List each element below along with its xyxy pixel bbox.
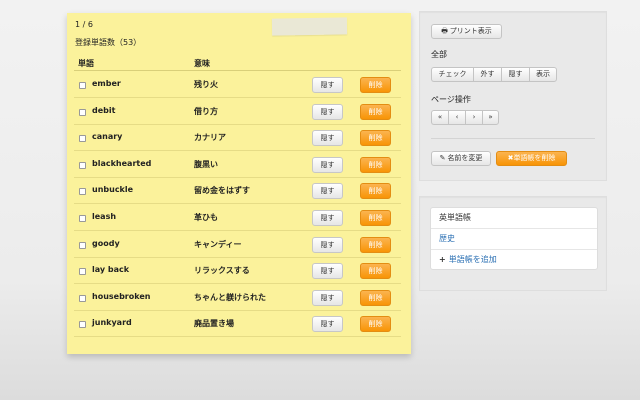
word-cell: debit [92, 105, 116, 115]
meaning-cell: リラックスする [194, 266, 250, 276]
delete-button[interactable]: 削除 [360, 263, 391, 280]
word-cell: housebroken [92, 291, 151, 301]
row-checkbox[interactable] [79, 161, 86, 169]
delete-wordbook-button[interactable]: ✖単語帳を削除 [496, 151, 567, 166]
tape-decoration [271, 17, 348, 36]
meaning-cell: カナリア [194, 133, 226, 143]
pagination: « ‹ › » [431, 110, 499, 125]
meaning-cell: 借り方 [194, 106, 218, 116]
column-header-word: 単語 [78, 59, 94, 68]
prev-page-button[interactable]: ‹ [448, 110, 465, 125]
table-row: lay back リラックスする 隠す 削除 [74, 257, 401, 285]
meaning-cell: 廃品置き場 [194, 319, 234, 329]
row-checkbox[interactable] [79, 188, 86, 196]
first-page-button[interactable]: « [431, 110, 448, 125]
table-row: unbuckle 留め金をはずす 隠す 削除 [74, 177, 401, 205]
delete-button[interactable]: 削除 [360, 210, 391, 226]
delete-button[interactable]: 削除 [360, 77, 391, 93]
table-row: canary カナリア 隠す 削除 [74, 124, 401, 152]
table-row: ember 残り火 隠す 削除 [74, 71, 401, 98]
row-checkbox[interactable] [79, 241, 86, 249]
delete-button[interactable]: 削除 [360, 236, 391, 253]
word-list-note: 1 / 6 登録単語数（53） 単語 意味 ember 残り火 隠す 削除 debit 借… [67, 13, 411, 354]
word-count: 登録単語数（53） [75, 38, 142, 47]
table-row: debit 借り方 隠す 削除 [74, 98, 401, 125]
add-wordbook-link[interactable]: + 単語帳を追加 [431, 250, 597, 271]
word-cell: ember [92, 79, 121, 88]
delete-button[interactable]: 削除 [360, 183, 391, 200]
hide-all-button[interactable]: 隠す [501, 67, 529, 82]
rename-label: 名前を変更 [447, 154, 483, 162]
row-checkbox[interactable] [79, 268, 86, 276]
page-indicator: 1 / 6 [75, 20, 93, 29]
row-checkbox[interactable] [79, 215, 86, 222]
hide-button[interactable]: 隠す [312, 103, 343, 120]
wordbook-item-english[interactable]: 英単語帳 [431, 208, 597, 229]
delete-button[interactable]: 削除 [360, 130, 391, 147]
word-cell: goody [92, 238, 120, 248]
word-cell: junkyard [92, 318, 132, 328]
hide-button[interactable]: 隠す [312, 210, 343, 226]
table-row: leash 革ひも 隠す 削除 [74, 204, 401, 231]
word-cell: lay back [92, 265, 130, 275]
meaning-cell: ちゃんと躾けられた [194, 292, 266, 302]
table-row: blackhearted 腹黒い 隠す 削除 [74, 151, 401, 178]
column-header-meaning: 意味 [194, 59, 210, 68]
hide-button[interactable]: 隠す [312, 316, 343, 333]
meaning-cell: 残り火 [194, 80, 218, 89]
check-all-button[interactable]: チェック [431, 67, 473, 82]
next-page-button[interactable]: › [465, 110, 482, 125]
row-checkbox[interactable] [79, 294, 86, 302]
hide-button[interactable]: 隠す [312, 289, 343, 306]
meaning-cell: 革ひも [194, 213, 218, 222]
hide-button[interactable]: 隠す [312, 236, 343, 253]
tools-panel: 🖶 プリント表示 全部 チェック 外す 隠す 表示 ページ操作 « ‹ › » ✎… [419, 11, 607, 181]
delete-button[interactable]: 削除 [360, 289, 391, 306]
plus-icon: + [439, 255, 446, 264]
show-all-button[interactable]: 表示 [529, 67, 557, 82]
row-checkbox[interactable] [79, 82, 86, 89]
hide-button[interactable]: 隠す [312, 263, 343, 280]
hide-button[interactable]: 隠す [312, 130, 343, 147]
all-button-group: チェック 外す 隠す 表示 [431, 67, 557, 82]
all-label: 全部 [431, 50, 447, 59]
printer-icon: 🖶 [441, 27, 448, 35]
wordbooks-panel: 英単語帳 歴史 + 単語帳を追加 [419, 196, 607, 291]
meaning-cell: キャンディー [194, 239, 242, 249]
print-view-label: プリント表示 [449, 27, 492, 35]
wordbook-list: 英単語帳 歴史 + 単語帳を追加 [430, 207, 598, 270]
pencil-icon: ✎ [439, 154, 446, 162]
word-cell: blackhearted [92, 158, 152, 168]
last-page-button[interactable]: » [482, 110, 499, 125]
word-cell: unbuckle [92, 185, 134, 195]
hide-button[interactable]: 隠す [312, 183, 343, 200]
delete-button[interactable]: 削除 [360, 316, 391, 333]
hide-button[interactable]: 隠す [312, 156, 343, 173]
meaning-cell: 腹黒い [194, 159, 218, 169]
add-wordbook-label: 単語帳を追加 [448, 255, 497, 264]
row-checkbox[interactable] [79, 321, 86, 329]
print-view-button[interactable]: 🖶 プリント表示 [431, 24, 502, 39]
row-checkbox[interactable] [79, 135, 86, 143]
panel-divider [431, 138, 595, 139]
table-row: housebroken ちゃんと躾けられた 隠す 削除 [74, 284, 401, 311]
uncheck-all-button[interactable]: 外す [473, 67, 501, 82]
wordbook-item-history[interactable]: 歴史 [431, 229, 597, 250]
rename-button[interactable]: ✎ 名前を変更 [431, 151, 491, 166]
table-row: goody キャンディー 隠す 削除 [74, 231, 401, 258]
table-row: junkyard 廃品置き場 隠す 削除 [74, 310, 401, 338]
delete-button[interactable]: 削除 [360, 156, 391, 173]
hide-button[interactable]: 隠す [312, 77, 343, 93]
delete-wordbook-label: 単語帳を削除 [513, 154, 556, 162]
word-cell: leash [92, 212, 117, 221]
word-cell: canary [92, 132, 123, 142]
page-ops-label: ページ操作 [431, 95, 471, 104]
row-checkbox[interactable] [79, 108, 86, 116]
delete-button[interactable]: 削除 [360, 103, 391, 120]
meaning-cell: 留め金をはずす [194, 186, 250, 196]
